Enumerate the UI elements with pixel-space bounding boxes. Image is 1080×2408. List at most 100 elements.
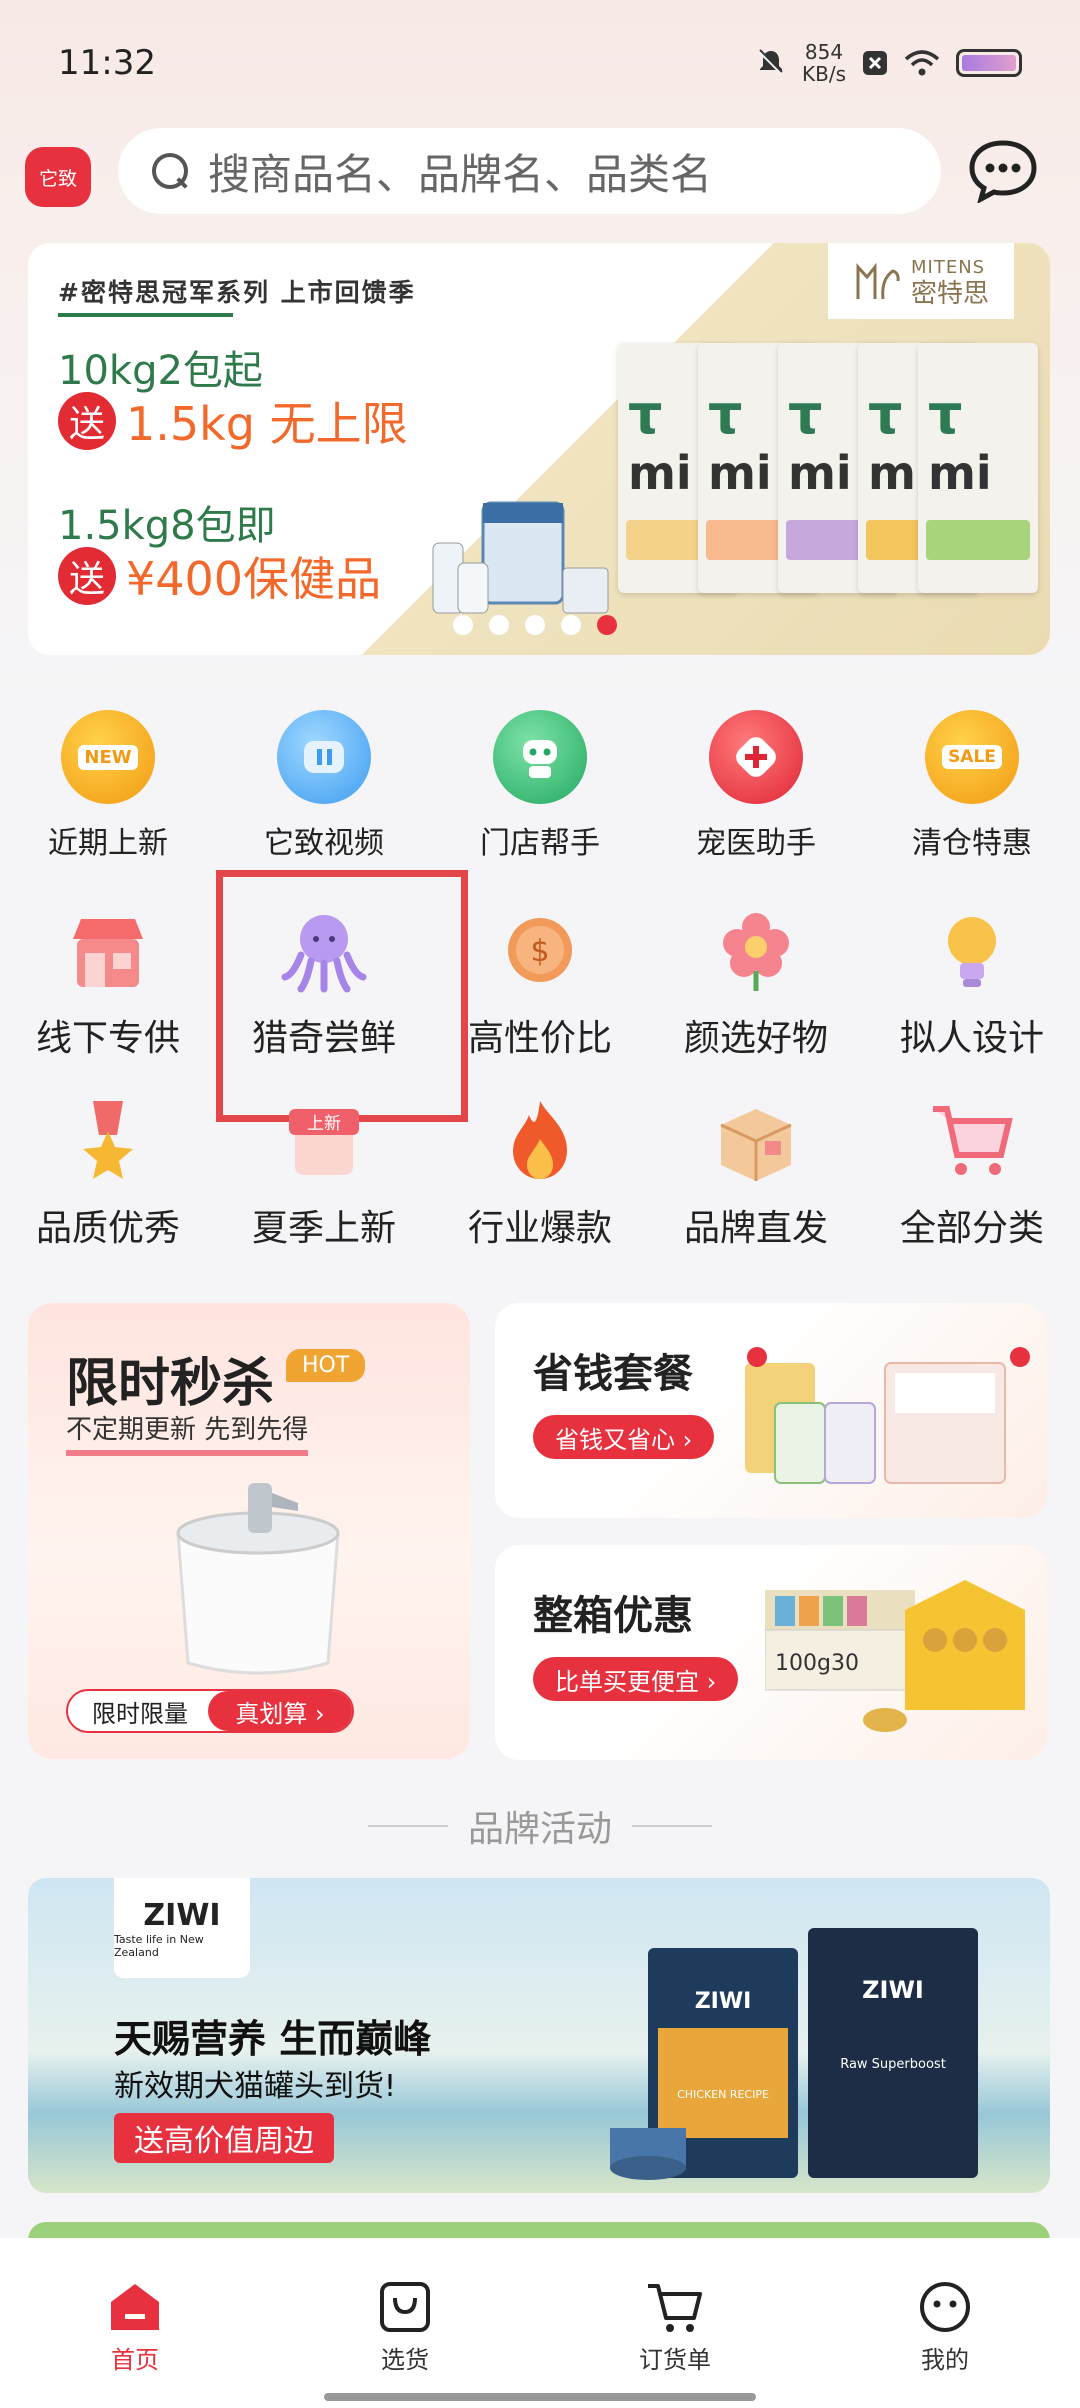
product-bag: τ mi: [918, 343, 1038, 593]
banner-line4: 送 ¥400保健品: [58, 543, 381, 609]
save-bundle-card[interactable]: 省钱套餐 省钱又省心 ›: [495, 1303, 1047, 1518]
quick-nav: NEW 近期上新 它致视频 门店帮手 宠医助手 SALE 清仓特惠: [0, 710, 1080, 862]
water-fountain-image: [176, 1483, 340, 1675]
banner-underline: [58, 313, 233, 317]
cart-icon: [648, 2284, 702, 2332]
quick-nav-label: 近期上新: [48, 826, 168, 861]
save-bundle-pill: 省钱又省心 ›: [533, 1415, 715, 1459]
lightbulb-icon: [948, 917, 996, 987]
status-icons: 854 KB/s: [756, 41, 1022, 85]
ziwi-logo-text: ZIWI: [143, 1897, 221, 1933]
fire-icon: [513, 1101, 567, 1179]
banner-line2: 送 1.5kg 无上限: [58, 388, 408, 454]
status-bar: 11:32 854 KB/s: [0, 0, 1080, 125]
svg-text:$: $: [530, 934, 549, 969]
limit-left: 限时限量: [92, 1699, 188, 1728]
category-summer-new[interactable]: 上新 夏季上新: [216, 1095, 432, 1251]
sale-badge-icon: SALE: [925, 710, 1019, 804]
quick-nav-label: 它致视频: [264, 826, 384, 861]
mitens-logo: MITENS 密特思: [828, 243, 1014, 319]
cat-dog-logo-icon: [856, 262, 900, 300]
case-products-image: 100g30: [765, 1580, 1025, 1732]
category-row-2: 品质优秀 上新 夏季上新 行业爆款 品牌直发 全部分类: [0, 1095, 1080, 1251]
supplement-products-image: [432, 501, 609, 614]
ziwi-products-image: ZIWI CHICKEN RECIPE ZIWI Raw Superboost: [610, 1928, 978, 2180]
quick-nav-new[interactable]: NEW 近期上新: [0, 710, 216, 862]
quick-nav-label: 门店帮手: [480, 826, 600, 861]
mute-bell-icon: [758, 48, 784, 75]
category-label: 夏季上新: [251, 1208, 396, 1249]
category-brand-direct[interactable]: 品牌直发: [648, 1095, 864, 1251]
flash-sale-subtitle: 不定期更新 先到先得: [66, 1409, 309, 1456]
bottom-tab-bar: 首页 选货 订货单 我的: [0, 2238, 1080, 2408]
category-curated[interactable]: 颜选好物: [648, 905, 864, 1061]
flash-sale-title: 限时秒杀: [66, 1354, 275, 1414]
header: 它致 搜商品名、品牌名、品类名: [0, 125, 1080, 255]
brand-banner-subtitle: 新效期犬猫罐头到货!: [114, 2069, 397, 2104]
medical-cross-icon: [709, 710, 803, 804]
highlight-box: [216, 870, 468, 1122]
battery-icon: [956, 48, 1022, 77]
category-personified[interactable]: 拟人设计: [864, 905, 1080, 1061]
divider-line: [367, 1825, 448, 1827]
quick-nav-store-helper[interactable]: 门店帮手: [432, 710, 648, 862]
category-label: 全部分类: [899, 1208, 1044, 1249]
carousel-dot[interactable]: [561, 615, 581, 635]
box-deal-pill: 比单买更便宜 ›: [533, 1657, 739, 1701]
tab-label: 我的: [921, 2346, 969, 2374]
home-indicator[interactable]: [324, 2393, 756, 2401]
category-label: 行业爆款: [467, 1208, 612, 1249]
app-logo[interactable]: 它致: [25, 147, 91, 207]
tab-label: 首页: [111, 2346, 159, 2374]
carousel-dot-active[interactable]: [597, 615, 617, 635]
video-icon: [277, 710, 371, 804]
category-all[interactable]: 全部分类: [864, 1095, 1080, 1251]
new-badge-text: NEW: [78, 744, 138, 770]
tab-profile[interactable]: 我的: [810, 2238, 1080, 2408]
package-box-icon: [720, 1109, 792, 1181]
limit-pill[interactable]: 限时限量 真划算 ›: [66, 1689, 354, 1733]
search-icon: [150, 151, 190, 191]
quick-nav-label: 宠医助手: [696, 826, 816, 861]
quick-nav-vet[interactable]: 宠医助手: [648, 710, 864, 862]
summer-new-badge: 上新: [307, 1114, 341, 1134]
category-label: 拟人设计: [899, 1018, 1044, 1059]
box-deal-card[interactable]: 整箱优惠 比单买更便宜 › 100g30: [495, 1545, 1047, 1760]
limit-right: 真划算 ›: [208, 1691, 352, 1731]
ziwi-logo: ZIWI Taste life in New Zealand: [114, 1878, 250, 1978]
search-placeholder: 搜商品名、品牌名、品类名: [208, 149, 713, 199]
pause-glyph-icon: [304, 741, 344, 773]
carousel-dot[interactable]: [525, 615, 545, 635]
quick-nav-label: 清仓特惠: [912, 826, 1032, 861]
carousel-dot[interactable]: [489, 615, 509, 635]
divider-line: [632, 1825, 712, 1827]
notification-x-icon: [863, 50, 887, 75]
flash-sale-card[interactable]: 限时秒杀 HOT 不定期更新 先到先得 限时限量 真划算 ›: [28, 1303, 470, 1759]
new-badge-icon: NEW: [61, 710, 155, 804]
category-quality[interactable]: 品质优秀: [0, 1095, 216, 1251]
promo-banner[interactable]: MITENS 密特思 #密特思冠军系列 上市回馈季 10kg2包起 送 1.5k…: [28, 243, 1050, 655]
quick-nav-clearance[interactable]: SALE 清仓特惠: [864, 710, 1080, 862]
carousel-dot[interactable]: [453, 615, 473, 635]
tab-select[interactable]: 选货: [270, 2238, 540, 2408]
robot-icon: [493, 710, 587, 804]
brand-banner-button[interactable]: 送高价值周边: [114, 2113, 334, 2163]
profile-face-icon: [920, 2282, 970, 2332]
cross-glyph-icon: [736, 737, 776, 777]
ziwi-brand-banner[interactable]: ZIWI Taste life in New Zealand 天赐营养 生而巅峰…: [28, 1878, 1050, 2193]
search-bar[interactable]: 搜商品名、品牌名、品类名: [118, 128, 941, 214]
banner-line4-text: ¥400保健品: [126, 552, 382, 606]
quick-nav-video[interactable]: 它致视频: [216, 710, 432, 862]
category-hot[interactable]: 行业爆款: [432, 1095, 648, 1251]
flower-icon: [723, 913, 789, 991]
network-speed: 854 KB/s: [802, 41, 846, 85]
product1-logo: ZIWI: [695, 1989, 752, 2014]
tab-orders[interactable]: 订货单: [540, 2238, 810, 2408]
home-icon: [111, 2284, 159, 2330]
category-offline[interactable]: 线下专供: [0, 905, 216, 1061]
wifi-icon: [904, 49, 940, 75]
status-time: 11:32: [58, 42, 156, 83]
section-title-text: 品牌活动: [467, 1809, 612, 1850]
chat-bubble-icon[interactable]: [968, 139, 1038, 203]
tab-home[interactable]: 首页: [0, 2238, 270, 2408]
